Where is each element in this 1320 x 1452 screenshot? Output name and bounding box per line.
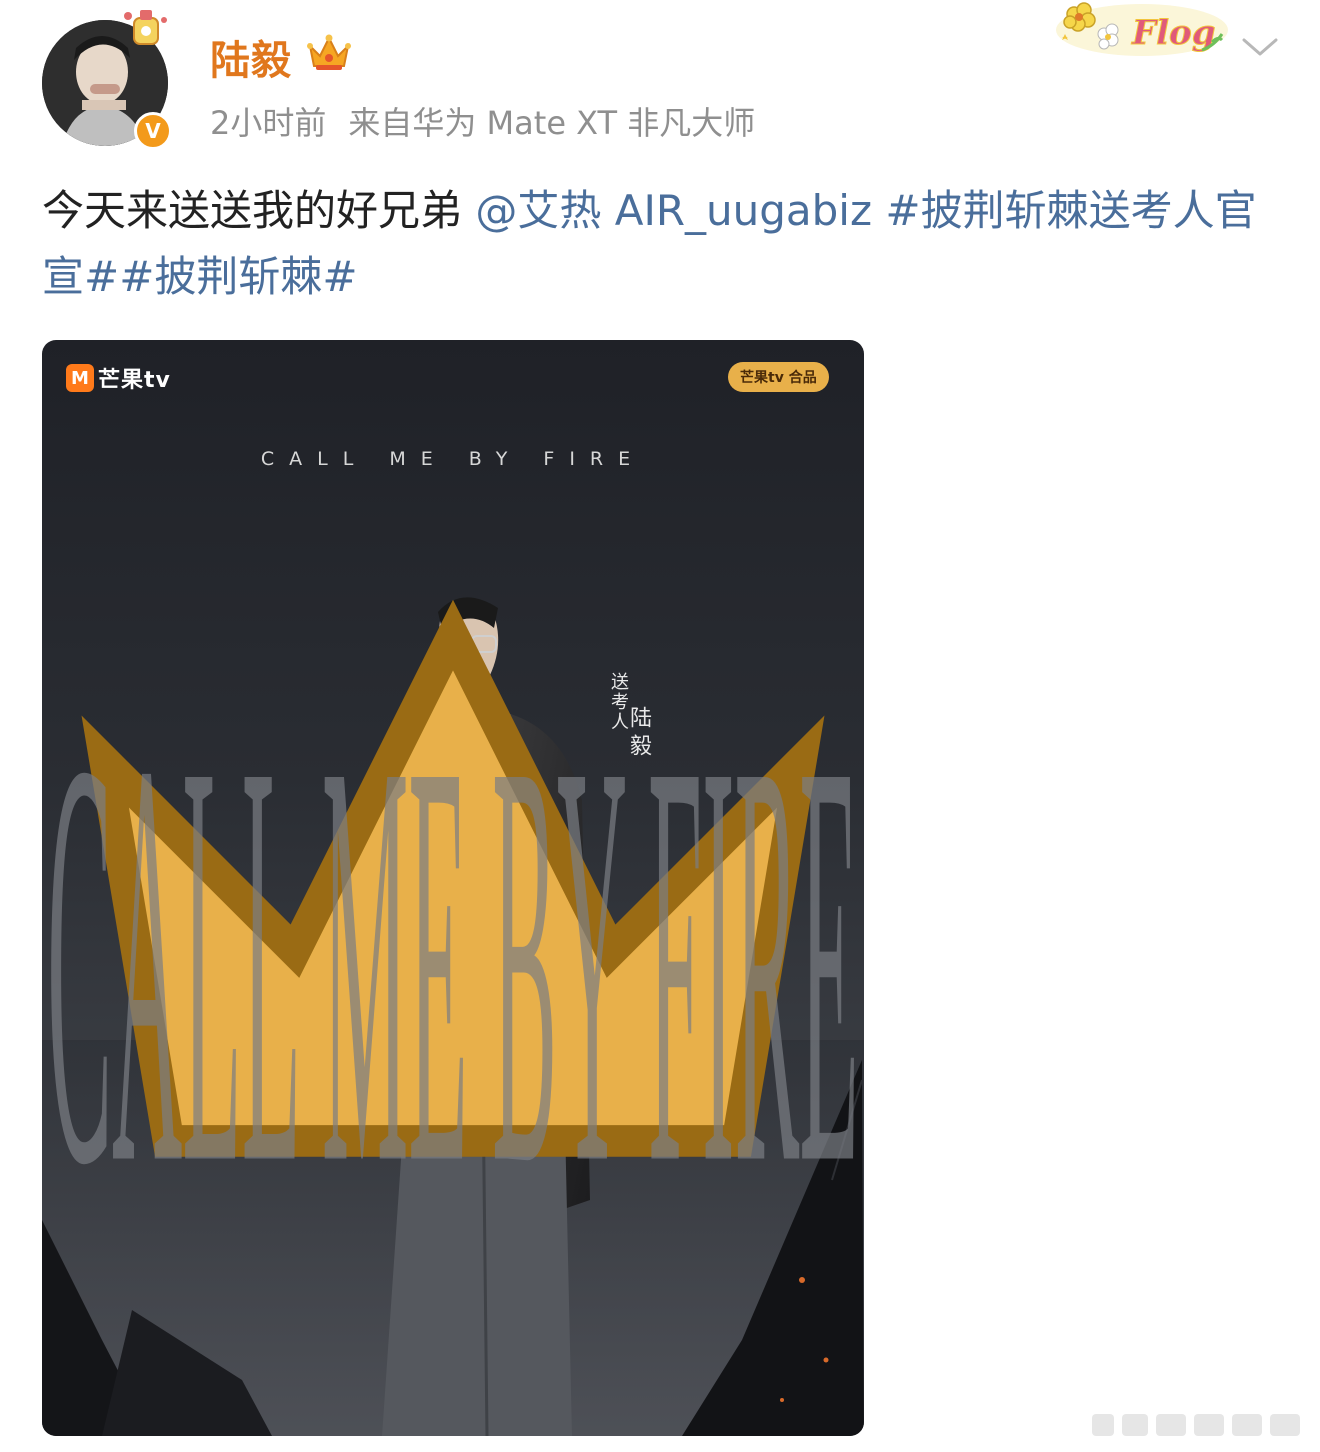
post-text: 今天来送送我的好兄弟 @艾热 AIR_uugabiz #披荆斩棘送考人官宣##披…	[42, 178, 1292, 310]
watermark-icon	[1092, 1414, 1300, 1436]
crown-icon[interactable]	[306, 32, 352, 74]
poster-name-label: 陆毅	[626, 706, 651, 762]
weibo-post: V 陆毅 2小时前 来自华为 Mate XT 非凡大师 Flog 今天来送送我的…	[0, 0, 1320, 1452]
post-image[interactable]: M 芒果tv 芒果tv 合品 CALL ME BY FIRE CALL ME B…	[42, 340, 864, 1436]
post-source[interactable]: 来自华为 Mate XT 非凡大师	[348, 104, 755, 142]
post-timestamp: 2小时前	[210, 104, 327, 142]
svg-text:CALL ME BY FIRE: CALL ME BY FIRE	[47, 641, 859, 1286]
poster-big-title: CALL ME BY FIRE	[47, 641, 859, 1286]
hashtag-link-2[interactable]: #披荆斩棘#	[119, 252, 357, 301]
verified-icon: V	[134, 112, 172, 150]
svg-text:Flog: Flog	[1131, 13, 1216, 53]
avatar-container[interactable]: V	[42, 10, 172, 150]
username[interactable]: 陆毅	[210, 28, 292, 86]
mention-link[interactable]: @艾热 AIR_uugabiz	[475, 186, 872, 235]
flog-badge: Flog	[1056, 2, 1228, 56]
chevron-down-icon[interactable]	[1240, 36, 1280, 60]
perfume-sticker-icon	[124, 10, 167, 45]
post-meta: 2小时前 来自华为 Mate XT 非凡大师	[210, 98, 755, 144]
post-text-plain: 今天来送送我的好兄弟	[42, 186, 476, 235]
